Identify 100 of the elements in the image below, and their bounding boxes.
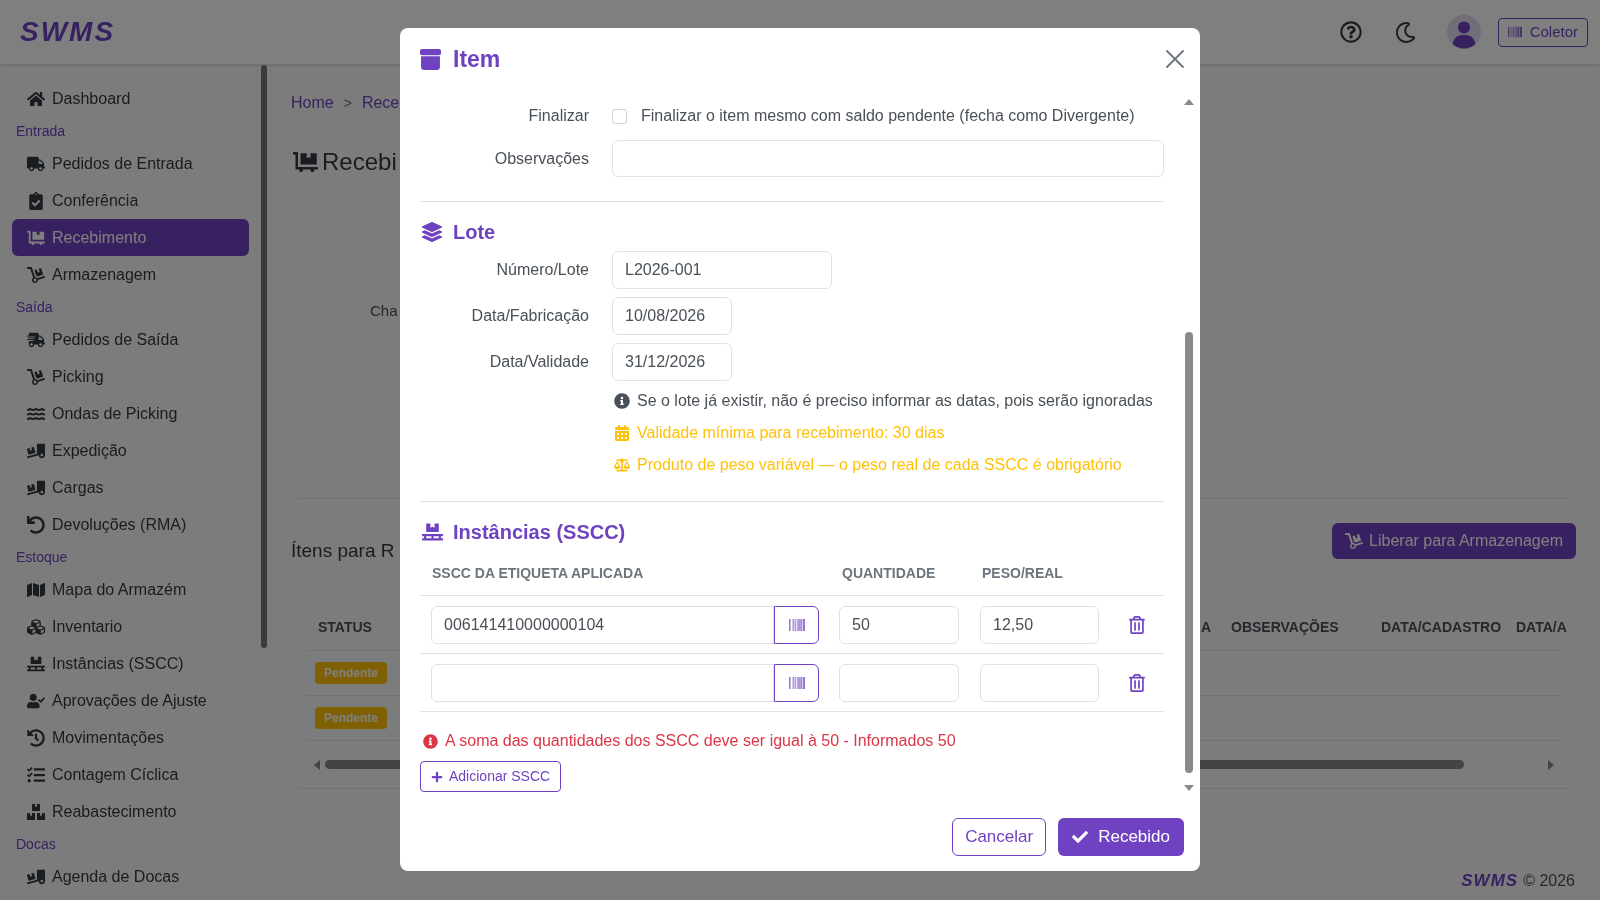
- sidebar-item[interactable]: Inventario: [12, 608, 249, 645]
- scroll-up-arrow-icon[interactable]: [1184, 99, 1194, 105]
- error-message: A soma das quantidades dos SSCC deve ser igual à 50 - Informados 50: [445, 731, 956, 751]
- sidebar-item[interactable]: Cargas: [12, 469, 249, 506]
- weight-input[interactable]: 12,50: [980, 605, 1099, 644]
- sidebar-item[interactable]: Contagem Cíclica: [12, 756, 249, 793]
- collector-button[interactable]: Coletor: [1497, 17, 1588, 47]
- text-input[interactable]: L2026-001: [612, 251, 832, 289]
- sscc-input[interactable]: 006141410000000104: [431, 605, 774, 644]
- sidebar-item[interactable]: Dashboard: [12, 80, 249, 117]
- column-header: OBSERVAÇÕES: [1231, 619, 1339, 635]
- breadcrumb-link[interactable]: Home: [291, 93, 334, 113]
- sidebar-item[interactable]: Pedidos de Saída: [12, 321, 249, 358]
- sidebar-section-title: Estoque: [16, 547, 68, 567]
- column-header: A: [1200, 618, 1211, 637]
- sidebar-section-title: Entrada: [16, 121, 66, 141]
- checklist-icon: [27, 765, 45, 784]
- field-label: Finalizar: [528, 106, 589, 126]
- dialog-scrollbar-thumb[interactable]: [1185, 332, 1193, 773]
- sidebar-item[interactable]: Agenda de Docas: [12, 858, 249, 895]
- column-header: DATA/CADASTRO: [1381, 619, 1502, 635]
- section-title: Lote: [453, 220, 496, 245]
- truck-ramp-icon: [27, 478, 45, 497]
- quantity-input[interactable]: 50: [839, 605, 959, 644]
- boxes-icon: [27, 802, 45, 821]
- barcode-icon: [1507, 25, 1522, 39]
- flatbed-cart-icon: [293, 151, 318, 173]
- copyright-text: © 2026: [1523, 872, 1575, 890]
- map-icon: [27, 580, 45, 599]
- moon-icon[interactable]: [1394, 21, 1416, 43]
- layers-icon: [422, 222, 442, 242]
- box-icon: [420, 48, 441, 70]
- scroll-right-arrow-icon[interactable]: [1548, 759, 1554, 770]
- scroll-down-arrow-icon[interactable]: [1184, 785, 1194, 791]
- column-header: QUANTIDADE: [842, 564, 936, 581]
- section-title: Instâncias (SSCC): [453, 520, 626, 545]
- field-label: Observações: [494, 148, 589, 169]
- boxes-icon: [27, 617, 45, 636]
- barcode-scan-button[interactable]: [774, 663, 819, 702]
- trash-icon[interactable]: [1129, 615, 1145, 634]
- weight-input[interactable]: [980, 663, 1099, 702]
- breadcrumb-link[interactable]: Rece: [361, 93, 400, 113]
- barcode-scan-button[interactable]: [774, 605, 819, 644]
- check-icon: [1072, 828, 1089, 845]
- checkbox-label[interactable]: Finalizar o item mesmo com saldo pendente (fecha como Divergente): [641, 104, 1135, 128]
- hand-truck-icon: [27, 367, 45, 386]
- clipboard-check-icon: [27, 191, 45, 210]
- trash-icon[interactable]: [1129, 673, 1145, 692]
- pallet-icon: [422, 523, 443, 541]
- sidebar-item[interactable]: Aprovações de Ajuste: [12, 682, 249, 719]
- note-text: Se o lote já existir, não é preciso informar as datas, pois serão ignoradas: [637, 391, 1153, 411]
- date-input[interactable]: 31/12/2026: [612, 343, 732, 381]
- help-icon[interactable]: [1339, 21, 1362, 43]
- sidebar-item[interactable]: Instâncias (SSCC): [12, 645, 249, 682]
- section-title: Ítens para R: [291, 540, 395, 562]
- info-icon: [614, 393, 630, 409]
- sidebar-item[interactable]: Devoluções (RMA): [12, 506, 249, 543]
- logo[interactable]: SWMS: [20, 18, 116, 46]
- undo-icon: [27, 515, 45, 534]
- sidebar-item[interactable]: Pedidos de Entrada: [12, 145, 249, 182]
- sscc-input[interactable]: [431, 663, 774, 702]
- column-header: SSCC DA ETIQUETA APLICADA: [432, 564, 644, 581]
- sidebar-item[interactable]: Ondas de Picking: [12, 395, 249, 432]
- note-text: Validade mínima para recebimento: 30 dias: [637, 423, 945, 443]
- barcode-icon: [788, 674, 805, 691]
- column-header: PESO/REAL: [982, 564, 1063, 581]
- date-input[interactable]: 10/08/2026: [612, 297, 732, 335]
- home-icon: [27, 89, 45, 108]
- pallet-icon: [27, 654, 45, 673]
- hand-truck-icon: [27, 265, 45, 284]
- sidebar-item[interactable]: Movimentações: [12, 719, 249, 756]
- scroll-left-arrow-icon[interactable]: [314, 759, 320, 770]
- truck-ramp-icon: [27, 867, 45, 886]
- status-badge: Pendente: [315, 662, 387, 684]
- cancel-button[interactable]: Cancelar: [952, 817, 1047, 856]
- sidebar-item[interactable]: Expedição: [12, 432, 249, 469]
- footer-logo: SWMS: [1461, 872, 1519, 890]
- calendar-icon: [614, 425, 630, 441]
- quantity-input[interactable]: [839, 663, 959, 702]
- field-label: Data/Validade: [489, 352, 589, 372]
- sidebar-item[interactable]: Mapa do Armazém: [12, 571, 249, 608]
- sidebar-section-title: Saída: [16, 297, 53, 317]
- checkbox[interactable]: [612, 108, 627, 124]
- alert-icon: [423, 733, 438, 749]
- close-icon[interactable]: [1166, 50, 1184, 68]
- page-title: Recebi: [322, 148, 397, 176]
- avatar-icon[interactable]: [1446, 15, 1481, 49]
- sidebar-item[interactable]: Reabastecimento: [12, 793, 249, 830]
- field-label: Número/Lote: [496, 260, 589, 280]
- text-input[interactable]: [612, 140, 1164, 177]
- sidebar-item[interactable]: Armazenagem: [12, 256, 249, 293]
- sidebar-item[interactable]: Recebimento: [12, 219, 249, 256]
- release-button[interactable]: Liberar para Armazenagem: [1332, 523, 1576, 559]
- sidebar-item[interactable]: Conferência: [12, 182, 249, 219]
- column-header: STATUS: [318, 619, 372, 635]
- confirm-button[interactable]: Recebido: [1058, 817, 1184, 856]
- breadcrumb-separator: >: [343, 94, 352, 113]
- sidebar-item[interactable]: Picking: [12, 358, 249, 395]
- add-sscc-button[interactable]: Adicionar SSCC: [420, 761, 562, 792]
- sidebar-scrollbar-thumb[interactable]: [261, 65, 267, 648]
